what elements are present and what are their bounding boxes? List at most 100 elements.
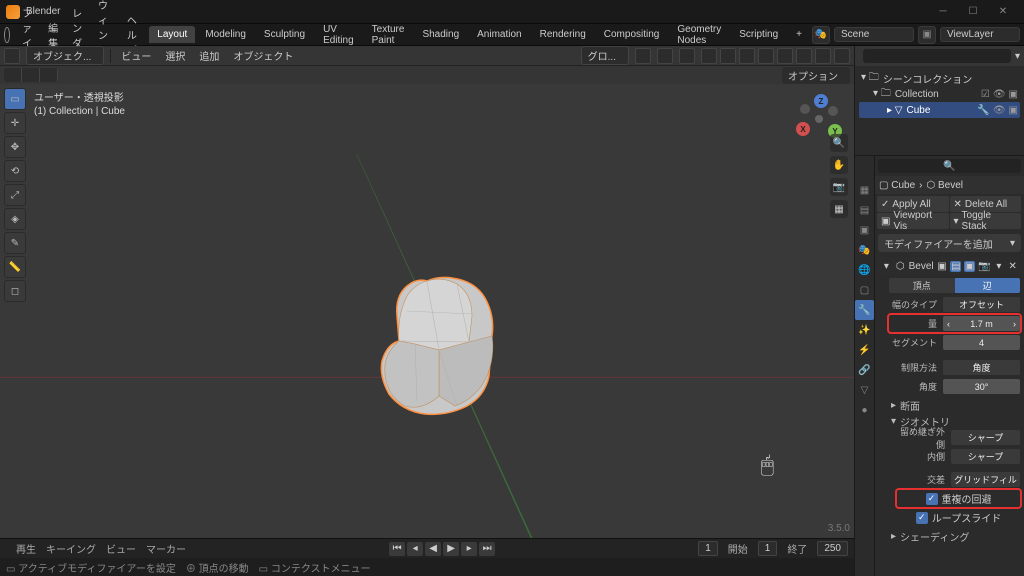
overlay-visibility-icon[interactable] (701, 48, 717, 64)
timeline-marker-menu[interactable]: マーカー (146, 541, 186, 556)
tab-uv[interactable]: UV Editing (315, 21, 362, 49)
filter-icon[interactable]: ▾ (1015, 51, 1020, 62)
props-search[interactable]: 🔍 (878, 159, 1021, 173)
editor-type-icon[interactable] (4, 48, 20, 64)
frame-end[interactable]: 250 (817, 541, 848, 556)
toggle-stack-button[interactable]: ▾ Toggle Stack (950, 213, 1022, 229)
extras-icon[interactable]: ▾ (993, 261, 1004, 272)
tool-select-box[interactable]: ▭ (4, 88, 26, 110)
tool-rotate[interactable]: ⟲ (4, 160, 26, 182)
shading-render-icon[interactable] (834, 48, 850, 64)
proportional-icon[interactable] (679, 48, 695, 64)
crumb-obj[interactable]: ▢ Cube (879, 180, 915, 191)
scene-name[interactable]: Scene (834, 27, 914, 42)
snap-icon[interactable] (657, 48, 673, 64)
viewport-vis-button[interactable]: ▣ Viewport Vis (877, 213, 949, 229)
perspective-icon[interactable]: ▦ (830, 200, 848, 218)
timeline-keying-menu[interactable]: キーイング (46, 541, 96, 556)
angle-input[interactable]: 30° (943, 379, 1020, 394)
mode-select[interactable]: オブジェク... (26, 46, 104, 65)
shading-wire-icon[interactable] (777, 48, 793, 64)
limit-select[interactable]: 角度 (943, 360, 1020, 375)
minimize-button[interactable]: ─ (928, 6, 958, 17)
mesh-cube[interactable] (367, 266, 517, 436)
tab-layout[interactable]: Layout (149, 26, 195, 43)
blender-icon[interactable] (4, 27, 10, 43)
keyframe-next-icon[interactable]: ▸ (461, 542, 477, 556)
tab-physics[interactable]: ⚡ (855, 340, 874, 360)
tab-modeling[interactable]: Modeling (197, 26, 254, 43)
xray-toggle-icon[interactable] (758, 48, 774, 64)
collection-row[interactable]: ▾ 🗀 Collection ☑👁▣ (859, 86, 1020, 102)
delete-modifier-icon[interactable]: ✕ (1007, 261, 1018, 272)
show-viewport-icon[interactable]: ▣ (964, 261, 975, 272)
tab-scripting[interactable]: Scripting (731, 26, 786, 43)
hide-icon[interactable]: 👁 (993, 89, 1006, 100)
show-render-icon[interactable]: 📷 (978, 261, 990, 272)
overlay-toggle-icon[interactable] (739, 48, 755, 64)
play-reverse-icon[interactable]: ◀ (425, 542, 441, 556)
tab-modifiers[interactable]: 🔧 (855, 300, 874, 320)
segments-input[interactable]: 4 (943, 335, 1020, 350)
tab-sculpting[interactable]: Sculpting (256, 26, 313, 43)
affect-toggle[interactable]: 頂点辺 (889, 278, 1020, 293)
viewlayer-icon[interactable]: ▣ (918, 26, 936, 44)
tab-material[interactable]: ● (855, 400, 874, 420)
crumb-mod[interactable]: ⬡ Bevel (926, 180, 963, 191)
tab-shading[interactable]: Shading (414, 26, 467, 43)
tool-transform[interactable]: ◈ (4, 208, 26, 230)
tab-object[interactable]: ▢ (855, 280, 874, 300)
scene-icon[interactable]: 🎭 (812, 26, 830, 44)
tab-geonodes[interactable]: Geometry Nodes (669, 21, 729, 49)
tool-cursor[interactable]: ✛ (4, 112, 26, 134)
tab-world[interactable]: 🌐 (855, 260, 874, 280)
maximize-button[interactable]: ☐ (958, 6, 988, 17)
outliner-search[interactable] (863, 49, 1011, 63)
tool-scale[interactable]: ⤢ (4, 184, 26, 206)
options-dropdown[interactable]: オプション (782, 67, 850, 84)
modifier-name[interactable]: Bevel (909, 261, 934, 272)
tool-move[interactable]: ✥ (4, 136, 26, 158)
tab-constraints[interactable]: 🔗 (855, 360, 874, 380)
tab-output[interactable]: ▤ (855, 200, 874, 220)
tab-scene[interactable]: 🎭 (855, 240, 874, 260)
disable-icon[interactable]: ▣ (1009, 89, 1018, 100)
menu-select[interactable]: 選択 (161, 48, 189, 63)
orientation-select[interactable]: グロ... (581, 46, 629, 65)
viewport-3d[interactable]: ユーザー・透視投影 (1) Collection | Cube ▭ ✛ ✥ ⟲ … (0, 84, 854, 538)
timeline-play-menu[interactable]: 再生 (16, 541, 36, 556)
pan-icon[interactable]: ✋ (830, 156, 848, 174)
show-editmode-icon[interactable]: ▤ (950, 261, 961, 272)
close-button[interactable]: ✕ (988, 6, 1018, 17)
pivot-icon[interactable] (635, 48, 651, 64)
shading-solid-icon[interactable] (796, 48, 812, 64)
scene-collection-row[interactable]: ▾ 🗀 シーンコレクション (859, 70, 1020, 86)
tab-add[interactable]: + (788, 26, 810, 43)
shading-matprev-icon[interactable] (815, 48, 831, 64)
tab-rendering[interactable]: Rendering (532, 26, 594, 43)
menu-view[interactable]: ビュー (117, 48, 155, 63)
gizmo-toggle-icon[interactable] (720, 48, 736, 64)
intersect-select[interactable]: グリッドフィル (951, 472, 1020, 487)
keyframe-prev-icon[interactable]: ◂ (407, 542, 423, 556)
timeline-view-menu[interactable]: ビュー (106, 541, 136, 556)
jump-end-icon[interactable]: ⏭ (479, 542, 495, 556)
profile-section[interactable]: ▸ 断面 (889, 397, 1020, 413)
tab-compositing[interactable]: Compositing (596, 26, 668, 43)
camera-icon[interactable]: 📷 (830, 178, 848, 196)
select-mode-segment[interactable] (4, 68, 58, 82)
viewlayer-name[interactable]: ViewLayer (940, 27, 1020, 42)
clamp-overlap-checkbox[interactable]: ✓重複の回避 (926, 491, 992, 507)
tab-particles[interactable]: ✨ (855, 320, 874, 340)
show-cage-icon[interactable]: ▣ (937, 261, 948, 272)
tool-annotate[interactable]: ✎ (4, 232, 26, 254)
menu-object[interactable]: オブジェクト (229, 48, 297, 63)
width-type-select[interactable]: オフセット (943, 297, 1020, 312)
amount-input[interactable]: ‹1.7 m› (943, 316, 1020, 331)
play-icon[interactable]: ▶ (443, 542, 459, 556)
expand-icon[interactable]: ▾ (881, 261, 892, 272)
menu-add[interactable]: 追加 (195, 48, 223, 63)
miter-outer-select[interactable]: シャープ (951, 430, 1020, 445)
tab-viewlayer[interactable]: ▣ (855, 220, 874, 240)
tool-measure[interactable]: 📏 (4, 256, 26, 278)
